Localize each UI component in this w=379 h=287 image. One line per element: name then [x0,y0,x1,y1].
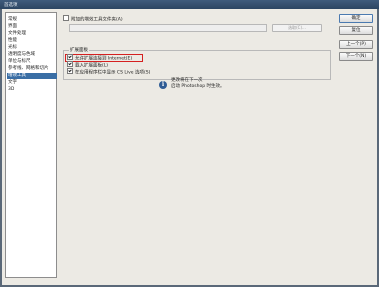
preferences-dialog: 首选项 常规 界面 文件处理 性能 光标 透明度与色域 单位与标尺 参考线、网格… [0,0,379,287]
extension-panels-group: 扩展面板 允许扩展连接到 Internet(E) 载入扩展面板(L) 在应用程序… [63,47,331,80]
load-extensions-checkbox[interactable] [67,61,73,67]
next-button[interactable]: 下一个(N) [339,52,373,61]
category-item-file-handling[interactable]: 文件处理 [8,31,56,37]
category-item-units-rulers[interactable]: 单位与标尺 [8,59,56,65]
cs-live-checkbox[interactable] [67,68,73,74]
plugins-panel: 附加的增效工具文件夹(A) 选取(C)... 扩展面板 允许扩展连接到 Inte… [61,12,333,282]
choose-folder-button[interactable]: 选取(C)... [272,24,322,32]
category-list[interactable]: 常规 界面 文件处理 性能 光标 透明度与色域 单位与标尺 参考线、网格和切片 … [5,12,57,278]
title-bar: 首选项 [0,0,379,9]
category-item-interface[interactable]: 界面 [8,24,56,30]
previous-button[interactable]: 上一个(P) [339,40,373,49]
category-item-guides-grid-slices[interactable]: 参考线、网格和切片 [8,66,56,72]
category-item-performance[interactable]: 性能 [8,38,56,44]
additional-plugins-checkbox[interactable] [63,15,69,21]
load-extensions-option[interactable]: 载入扩展面板(L) [67,61,109,69]
category-item-cursors[interactable]: 光标 [8,45,56,51]
reset-button[interactable]: 复位 [339,26,373,35]
cs-live-option[interactable]: 在应用程序栏中显示 CS Live 选项(S) [67,68,151,76]
plugins-folder-path-field[interactable] [69,24,267,32]
window-title: 首选项 [4,3,18,8]
cs-live-label: 在应用程序栏中显示 CS Live 选项(S) [75,70,151,76]
info-icon: i [159,81,167,89]
allow-internet-label: 允许扩展连接到 Internet(E) [75,56,133,62]
additional-plugins-label: 附加的增效工具文件夹(A) [71,17,123,23]
category-item-3d[interactable]: 3D [8,87,56,93]
category-item-type[interactable]: 文字 [8,80,56,86]
category-item-transparency-gamut[interactable]: 透明度与色域 [8,52,56,58]
dialog-body: 常规 界面 文件处理 性能 光标 透明度与色域 单位与标尺 参考线、网格和切片 … [2,9,377,285]
ok-button[interactable]: 确定 [339,14,373,23]
additional-plugins-option[interactable]: 附加的增效工具文件夹(A) [63,15,123,23]
category-item-general[interactable]: 常规 [8,17,56,23]
allow-internet-checkbox[interactable] [67,54,73,60]
allow-internet-option[interactable]: 允许扩展连接到 Internet(E) [67,54,133,62]
extension-panels-title: 扩展面板 [69,47,89,53]
category-item-plugins[interactable]: 增效工具 [7,73,57,79]
notice-line-2: 启动 Photoshop 时生效。 [171,84,225,89]
load-extensions-label: 载入扩展面板(L) [75,63,109,69]
